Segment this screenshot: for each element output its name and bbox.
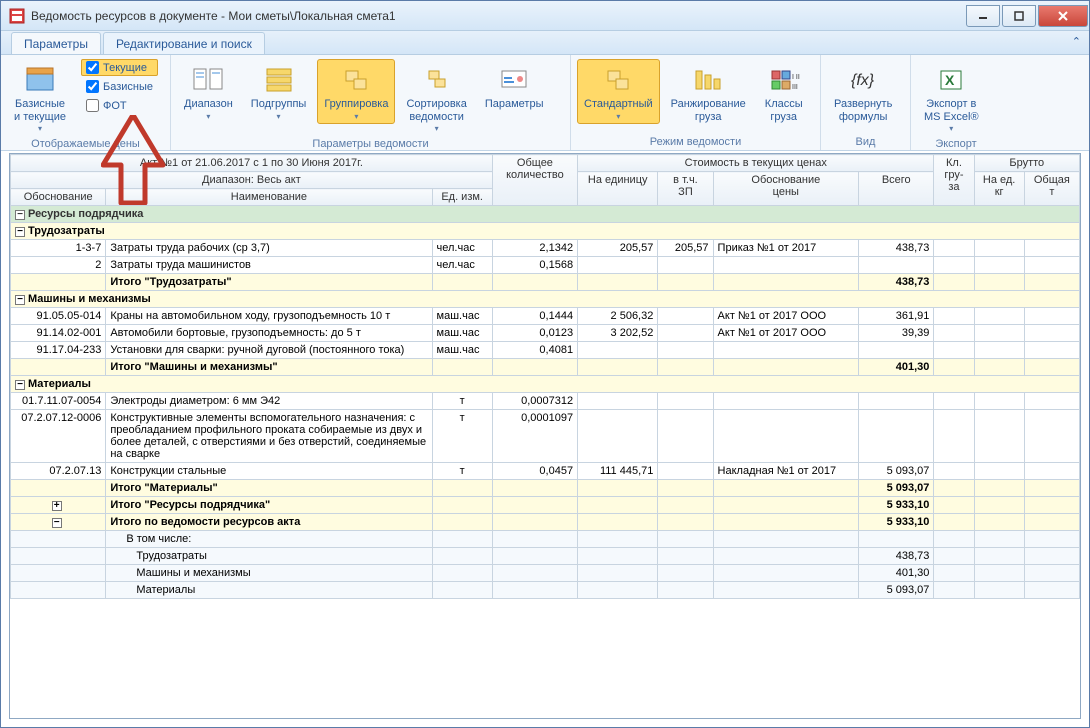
window-title: Ведомость ресурсов в документе - Мои сме…: [31, 9, 965, 23]
params-button[interactable]: Параметры: [478, 59, 551, 114]
chevron-down-icon: ▾: [616, 112, 620, 121]
chevron-down-icon: ▾: [277, 112, 281, 121]
classes-button[interactable]: I IIIII IV Классы груза: [757, 59, 811, 126]
chevron-down-icon: ▾: [435, 124, 439, 133]
header-klg: Кл. гру- за: [934, 155, 974, 206]
subgroups-button[interactable]: Подгруппы ▾: [244, 59, 314, 124]
ribbon-tabs: Параметры Редактирование и поиск ⌃: [1, 31, 1089, 55]
header-bt: Общая т: [1024, 172, 1079, 206]
svg-text:{fx}: {fx}: [851, 72, 875, 89]
tab-params[interactable]: Параметры: [11, 32, 101, 54]
section-labor[interactable]: −Трудозатраты: [11, 223, 1080, 240]
header-range: Диапазон: Весь акт: [11, 172, 493, 189]
grouping-icon: [340, 64, 372, 96]
check-current[interactable]: Текущие: [81, 59, 158, 76]
subgroups-icon: [263, 64, 295, 96]
title-bar: Ведомость ресурсов в документе - Мои сме…: [1, 1, 1089, 31]
maximize-button[interactable]: [1002, 5, 1036, 27]
close-button[interactable]: [1038, 5, 1088, 27]
expand-icon[interactable]: +: [52, 501, 62, 511]
ranking-button[interactable]: Ранжирование груза: [664, 59, 753, 126]
section-materials[interactable]: −Материалы: [11, 376, 1080, 393]
basic-current-button[interactable]: Базисные и текущие ▾: [7, 59, 73, 136]
header-brutto: Брутто: [974, 155, 1079, 172]
standard-icon: [602, 64, 634, 96]
header-ed: Ед. изм.: [432, 189, 492, 206]
group-view-label: Вид: [827, 134, 904, 150]
sort-icon: [421, 64, 453, 96]
header-qty: Общее количество: [492, 155, 577, 206]
svg-text:X: X: [945, 72, 955, 88]
ribbon: Базисные и текущие ▾ Текущие Базисные ФО…: [1, 55, 1089, 151]
header-zp: в т.ч. ЗП: [658, 172, 713, 206]
svg-text:I II: I II: [792, 74, 800, 81]
header-bed: На ед. кг: [974, 172, 1024, 206]
header-total: Всего: [859, 172, 934, 206]
grid-area[interactable]: Акт №1 от 21.06.2017 с 1 по 30 Июня 2017…: [9, 153, 1081, 719]
app-window: Ведомость ресурсов в документе - Мои сме…: [0, 0, 1090, 728]
app-icon: [9, 8, 25, 24]
fx-icon: {fx}: [847, 64, 879, 96]
group-prices-label: Отображаемые цены: [7, 136, 164, 152]
standard-button[interactable]: Стандартный ▾: [577, 59, 660, 124]
params-icon: [498, 64, 530, 96]
prices-icon: [24, 64, 56, 96]
grouping-button[interactable]: Группировка ▾: [317, 59, 395, 124]
header-cost: Стоимость в текущих ценах: [578, 155, 934, 172]
section-machines[interactable]: −Машины и механизмы: [11, 291, 1080, 308]
chevron-down-icon: ▾: [354, 112, 358, 121]
collapse-ribbon-icon[interactable]: ⌃: [1072, 35, 1081, 48]
group-export-label: Экспорт: [917, 136, 995, 152]
expand-formulas-button[interactable]: {fx} Развернуть формулы: [827, 59, 899, 126]
collapse-icon[interactable]: −: [52, 518, 62, 528]
chevron-down-icon: ▾: [38, 124, 42, 133]
header-just: Обоснование цены: [713, 172, 859, 206]
classes-icon: I II III IV: [768, 64, 800, 96]
ranking-icon: [692, 64, 724, 96]
header-obоsn: Обоснование: [11, 189, 106, 206]
minimize-button[interactable]: [966, 5, 1000, 27]
range-icon: [192, 64, 224, 96]
header-unit: На единицу: [578, 172, 658, 206]
chevron-down-icon: ▾: [949, 124, 953, 133]
check-basic[interactable]: Базисные: [81, 78, 158, 95]
header-name: Наименование: [106, 189, 432, 206]
export-excel-button[interactable]: X Экспорт в MS Excel® ▾: [917, 59, 986, 136]
svg-text:III IV: III IV: [792, 84, 800, 91]
group-contractor[interactable]: −Ресурсы подрядчика: [11, 206, 1080, 223]
check-fot[interactable]: ФОТ: [81, 97, 158, 114]
chevron-down-icon: ▾: [206, 112, 210, 121]
tab-edit-search[interactable]: Редактирование и поиск: [103, 32, 265, 54]
sort-button[interactable]: Сортировка ведомости ▾: [399, 59, 473, 136]
group-mode-label: Режим ведомости: [577, 134, 814, 150]
range-button[interactable]: Диапазон ▾: [177, 59, 240, 124]
excel-icon: X: [935, 64, 967, 96]
group-vedomost-label: Параметры ведомости: [177, 136, 564, 152]
header-akt: Акт №1 от 21.06.2017 с 1 по 30 Июня 2017…: [11, 155, 493, 172]
